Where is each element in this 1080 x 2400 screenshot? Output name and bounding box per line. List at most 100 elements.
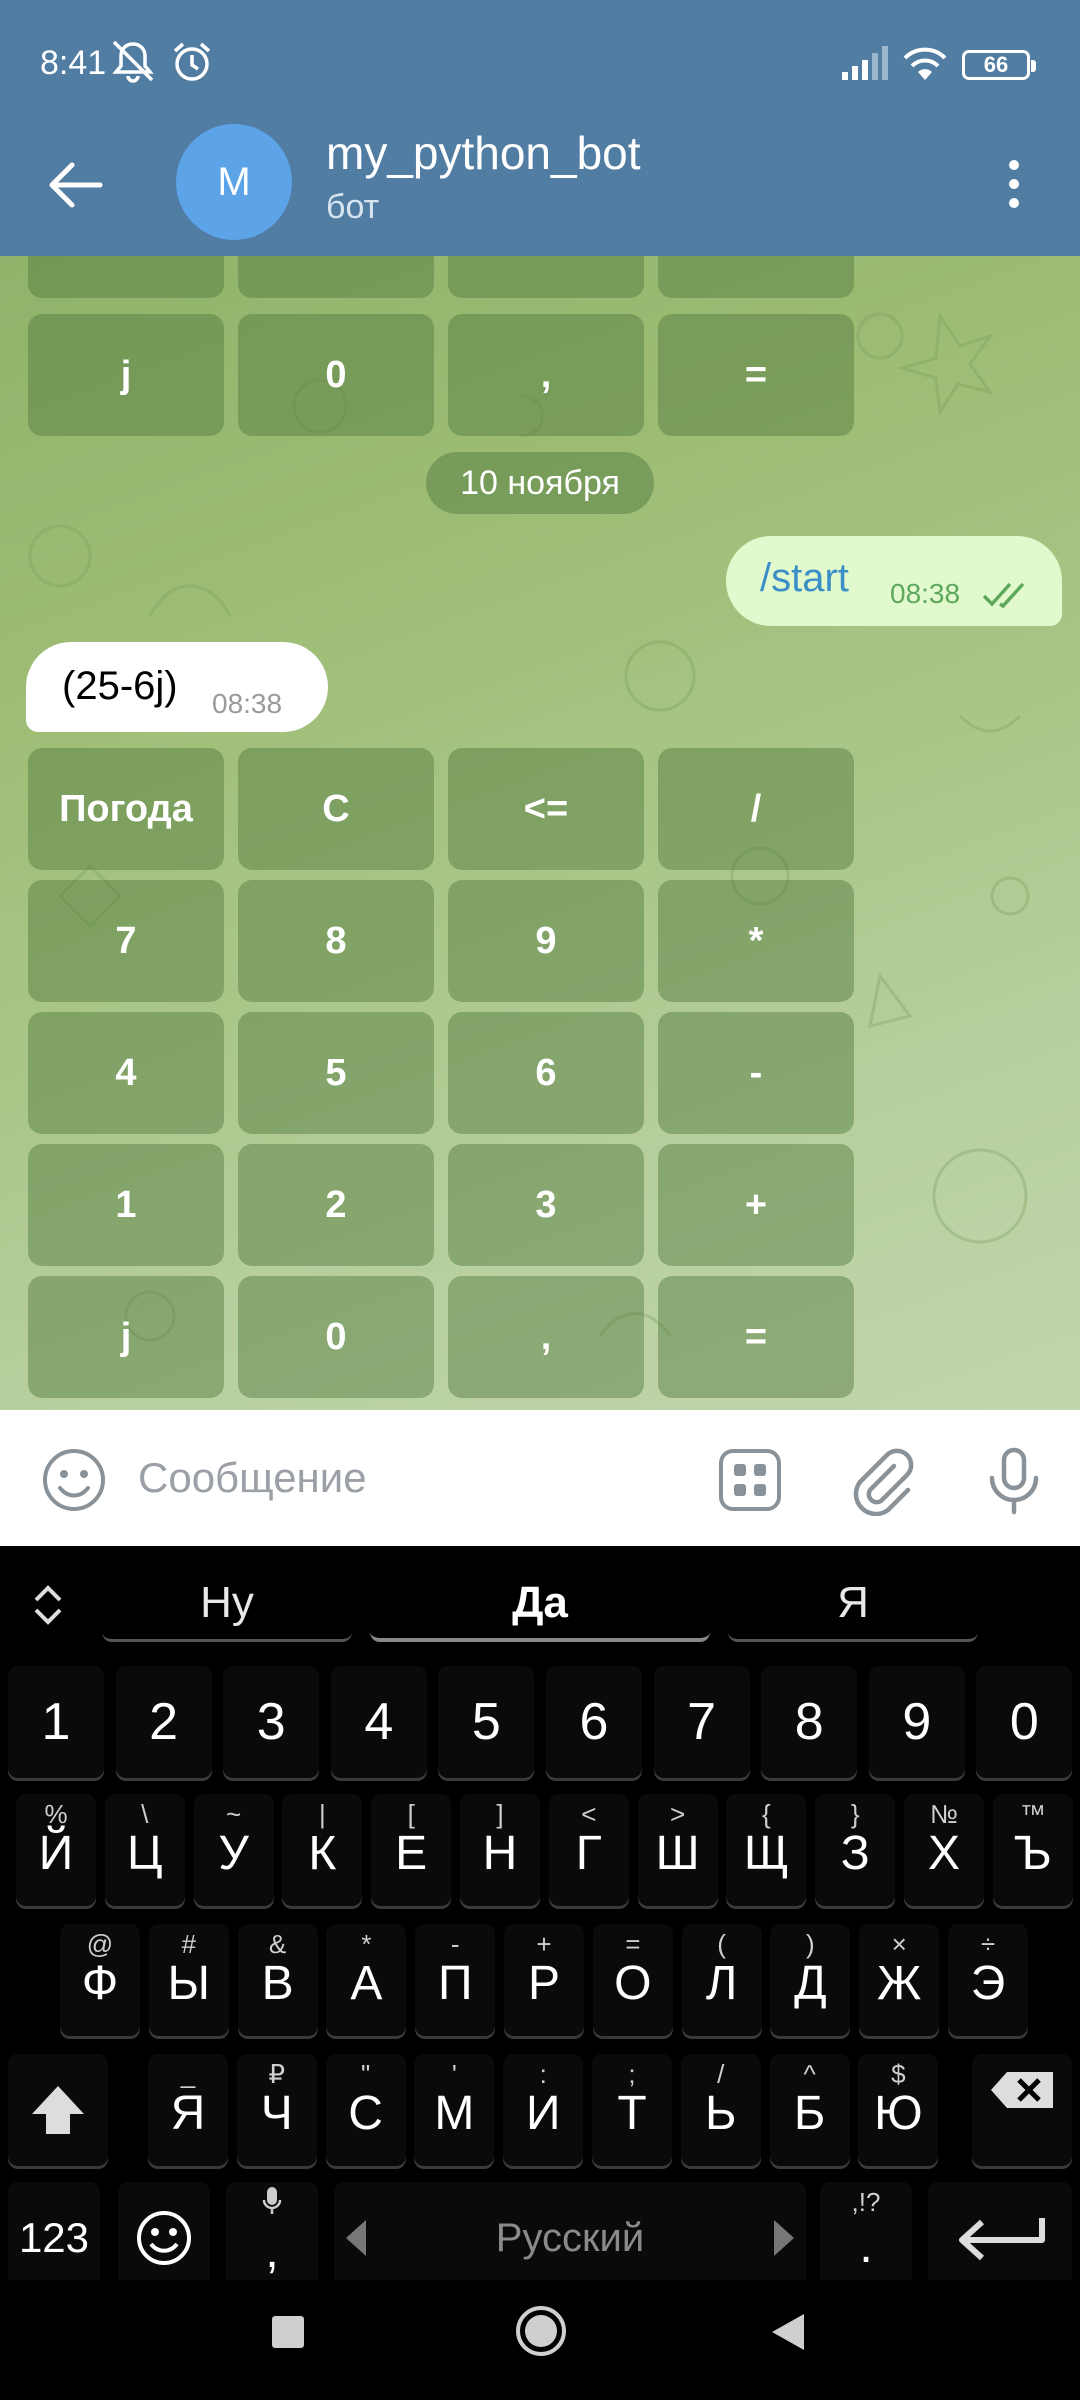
home-icon[interactable]: [514, 2304, 568, 2358]
letter-key[interactable]: ' М: [414, 2054, 495, 2166]
keyboard-button-equals[interactable]: =: [658, 314, 854, 436]
keyboard-button-weather[interactable]: Погода: [28, 748, 224, 870]
numbers-key[interactable]: 123: [8, 2182, 100, 2294]
letter-key[interactable]: -П: [415, 1924, 496, 2036]
keyboard-button-7[interactable]: 7: [28, 880, 224, 1002]
keyboard-button[interactable]: [28, 256, 224, 298]
letter-key[interactable]: } З: [815, 1794, 896, 1906]
letter-key[interactable]: > Ш: [637, 1794, 718, 1906]
suggestion-3[interactable]: Я: [728, 1570, 978, 1642]
avatar[interactable]: M: [176, 124, 292, 240]
message-input[interactable]: Сообщение: [138, 1454, 367, 1502]
keyboard-button-clear[interactable]: C: [238, 748, 434, 870]
letter-key[interactable]: @ Ф: [60, 1924, 140, 2036]
letter-key[interactable]: ] Н: [460, 1794, 540, 1906]
keyboard-button-2[interactable]: 2: [238, 1144, 434, 1266]
incoming-message[interactable]: (25-6j) 08:38: [26, 642, 328, 732]
letter-key[interactable]: " С: [325, 2054, 406, 2166]
letter-key[interactable]: + Р: [504, 1924, 584, 2036]
keyboard-button-5[interactable]: 5: [238, 1012, 434, 1134]
letter-key[interactable]: = О: [592, 1924, 673, 2036]
keyboard-button-1[interactable]: 1: [28, 1144, 224, 1266]
keyboard-button-plus[interactable]: +: [658, 1144, 854, 1266]
keyboard-button-equals[interactable]: =: [658, 1276, 854, 1398]
key-3[interactable]: 3: [223, 1666, 320, 1778]
shift-key[interactable]: [8, 2054, 108, 2166]
key-0[interactable]: 0: [976, 1666, 1073, 1778]
keyboard-button[interactable]: [448, 256, 644, 298]
outgoing-message[interactable]: /start 08:38: [726, 536, 1062, 626]
key-2[interactable]: 2: [115, 1666, 212, 1778]
letter-key[interactable]: № Х: [904, 1794, 984, 1906]
letter-key[interactable]: _ Я: [148, 2054, 228, 2166]
letter-key[interactable]: < Г: [548, 1794, 629, 1906]
suggestion-2[interactable]: Да: [370, 1570, 710, 1642]
bot-keyboard-icon[interactable]: [714, 1444, 786, 1516]
emoji-icon[interactable]: [38, 1444, 110, 1516]
letter-key[interactable]: \ Ц: [104, 1794, 185, 1906]
keyboard-button-4[interactable]: 4: [28, 1012, 224, 1134]
letter-key[interactable]: ; Т: [592, 2054, 672, 2166]
letter-key[interactable]: ~ У: [193, 1794, 274, 1906]
enter-key[interactable]: [928, 2182, 1072, 2294]
letter-key[interactable]: {Щ: [726, 1794, 807, 1906]
key-5[interactable]: 5: [438, 1666, 535, 1778]
key-hint: ;: [628, 2059, 636, 2089]
letter-key[interactable]: (Л: [681, 1924, 762, 2036]
letter-key[interactable]: × Ж: [859, 1924, 940, 2036]
comma-key[interactable]: ,: [226, 2182, 318, 2294]
more-options-icon[interactable]: [994, 154, 1034, 224]
letter-key[interactable]: [Е: [371, 1794, 452, 1906]
key-8[interactable]: 8: [761, 1666, 858, 1778]
keyboard-button-9[interactable]: 9: [448, 880, 644, 1002]
keyboard-button-backspace[interactable]: <=: [448, 748, 644, 870]
keyboard-button-3[interactable]: 3: [448, 1144, 644, 1266]
back-nav-icon[interactable]: [768, 2310, 808, 2354]
key-7[interactable]: 7: [653, 1666, 750, 1778]
space-key[interactable]: Русский: [334, 2182, 806, 2294]
letter-key[interactable]: :И: [503, 2054, 584, 2166]
keyboard-button[interactable]: [238, 256, 434, 298]
keyboard-button-multiply[interactable]: *: [658, 880, 854, 1002]
letter-key[interactable]: # Ы: [148, 1924, 229, 2036]
backspace-key[interactable]: [972, 2054, 1072, 2166]
key-9[interactable]: 9: [868, 1666, 965, 1778]
letter-key[interactable]: $ Ю: [858, 2054, 939, 2166]
back-arrow-icon[interactable]: [40, 150, 110, 220]
key-1[interactable]: 1: [8, 1666, 104, 1778]
emoji-key[interactable]: [118, 2182, 210, 2294]
microphone-icon[interactable]: [978, 1444, 1050, 1516]
letter-key[interactable]: ÷ Э: [948, 1924, 1028, 2036]
expand-suggestions-icon[interactable]: [28, 1580, 68, 1630]
keyboard-button-0[interactable]: 0: [238, 314, 434, 436]
keyboard-button-8[interactable]: 8: [238, 880, 434, 1002]
chat-title[interactable]: my_python_bot: [326, 126, 641, 180]
letter-key[interactable]: ) Д: [770, 1924, 851, 2036]
letter-key[interactable]: & В: [237, 1924, 318, 2036]
period-key[interactable]: ,!? .: [820, 2182, 912, 2294]
letter-key[interactable]: % Й: [16, 1794, 96, 1906]
keyboard-button[interactable]: [658, 256, 854, 298]
letter-key[interactable]: / Ь: [680, 2054, 761, 2166]
keyboard-button-divide[interactable]: /: [658, 748, 854, 870]
letter-key[interactable]: ™ Ъ: [992, 1794, 1073, 1906]
letter-key[interactable]: * А: [326, 1924, 407, 2036]
letter-key[interactable]: ^ Б: [769, 2054, 850, 2166]
letter-key[interactable]: | К: [282, 1794, 363, 1906]
keyboard-button-comma[interactable]: ,: [448, 314, 644, 436]
keyboard-button-comma[interactable]: ,: [448, 1276, 644, 1398]
keyboard-button-6[interactable]: 6: [448, 1012, 644, 1134]
key-4[interactable]: 4: [330, 1666, 427, 1778]
keyboard-button-j[interactable]: j: [28, 314, 224, 436]
message-text[interactable]: /start: [760, 556, 849, 601]
recent-apps-icon[interactable]: [268, 2312, 308, 2352]
chat-area[interactable]: j 0 , = 10 ноября /start 08:38 (25-6j) 0…: [0, 256, 1080, 1410]
letter-key[interactable]: ₽ Ч: [236, 2054, 317, 2166]
keyboard-button-j[interactable]: j: [28, 1276, 224, 1398]
keyboard-button-minus[interactable]: -: [658, 1012, 854, 1134]
message-text[interactable]: (25-6j): [62, 664, 178, 709]
key-6[interactable]: 6: [546, 1666, 642, 1778]
suggestion-1[interactable]: Ну: [102, 1570, 352, 1642]
keyboard-button-0[interactable]: 0: [238, 1276, 434, 1398]
attach-icon[interactable]: [846, 1444, 918, 1516]
